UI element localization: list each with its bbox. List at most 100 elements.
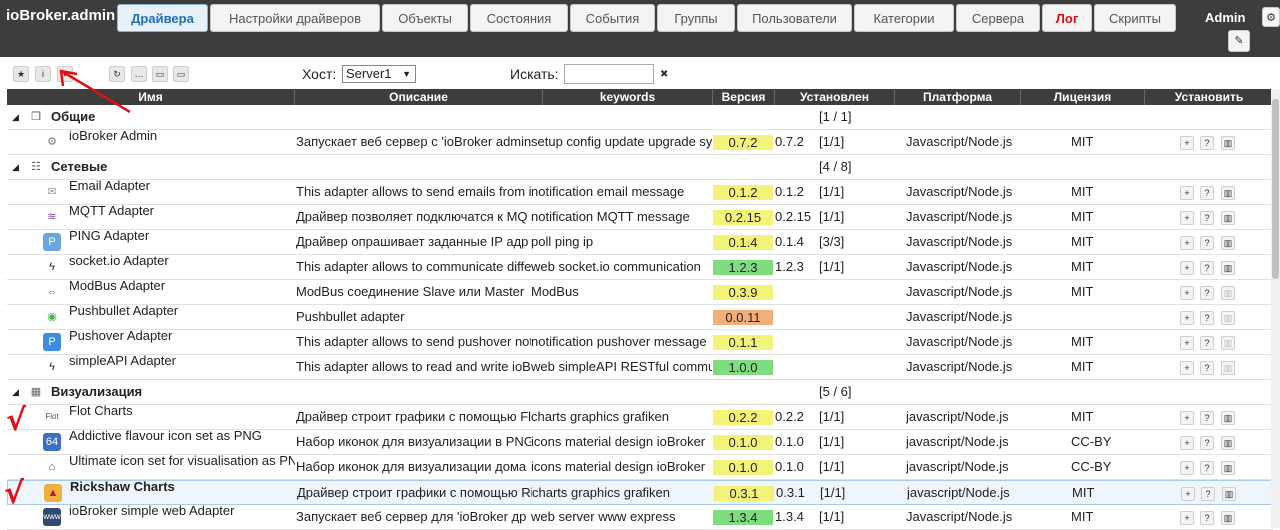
platform: Javascript/Node.js [906,184,1013,199]
tab-users[interactable]: Пользователи [737,4,852,32]
folder-icon[interactable]: ▭ [152,66,168,82]
table-row[interactable]: ϟ simpleAPI Adapter This adapter allows to… [7,353,1273,380]
add-icon[interactable]: + [1180,286,1194,300]
add-icon[interactable]: + [1180,436,1194,450]
add-icon[interactable]: + [1180,311,1194,325]
add-icon[interactable]: + [1180,261,1194,275]
add-icon[interactable]: + [1180,461,1194,475]
help-icon[interactable]: ? [1200,461,1214,475]
version-badge: 0.2.2 [713,410,773,425]
folder-open-icon[interactable]: ▭ [173,66,189,82]
help-icon[interactable]: ? [1200,361,1214,375]
version-badge: 1.0.0 [713,360,773,375]
add-icon[interactable]: + [1180,336,1194,350]
star-icon[interactable]: ★ [13,66,29,82]
col-installed[interactable]: Установлен [775,89,895,105]
user-name: Admin [1205,10,1246,25]
help-icon[interactable]: ? [1200,236,1214,250]
add-icon[interactable]: + [1180,361,1194,375]
col-install[interactable]: Установить [1145,89,1273,105]
version-badge: 0.1.0 [713,460,773,475]
license: MIT [1071,509,1094,524]
adapter-keywords: web server www express [531,509,676,524]
trash-icon[interactable]: ▥ [1221,511,1235,525]
help-icon[interactable]: ? [1200,136,1214,150]
help-icon[interactable]: ? [1200,511,1214,525]
trash-icon[interactable]: ▥ [1221,236,1235,250]
help-icon[interactable]: ? [1200,411,1214,425]
tab-adapters[interactable]: Драйвера [117,4,208,32]
settings-icon[interactable]: ⚙ [1262,7,1280,27]
table-row[interactable]: www ioBroker simple web Adapter Запускает … [7,503,1273,530]
trash-icon[interactable]: ▥ [1221,136,1235,150]
col-description[interactable]: Описание [295,89,543,105]
trash-icon[interactable]: ▥ [1221,286,1235,300]
help-icon[interactable]: ? [1200,311,1214,325]
chevron-down-icon: ▼ [402,69,411,79]
trash-icon[interactable]: ▥ [1221,411,1235,425]
help-icon[interactable]: ? [1200,186,1214,200]
col-license[interactable]: Лицензия [1021,89,1145,105]
tab-scripts[interactable]: Скрипты [1094,4,1176,32]
add-icon[interactable]: + [1180,136,1194,150]
add-icon[interactable]: + [1180,186,1194,200]
help-icon[interactable]: ? [1200,261,1214,275]
add-icon[interactable]: + [1180,511,1194,525]
add-icon[interactable]: + [1180,411,1194,425]
trash-icon[interactable]: ▥ [1221,336,1235,350]
search-input[interactable] [564,64,654,84]
expand-triangle-icon[interactable]: ◢ [12,155,19,179]
platform: javascript/Node.js [906,459,1009,474]
trash-icon[interactable]: ▥ [1221,261,1235,275]
tab-states[interactable]: Состояния [470,4,568,32]
col-keywords[interactable]: keywords [543,89,713,105]
platform: Javascript/Node.js [906,359,1013,374]
tab-adapter-settings[interactable]: Настройки драйверов [210,4,380,32]
trash-icon[interactable]: ▥ [1221,436,1235,450]
col-name[interactable]: Имя [7,89,295,105]
add-icon[interactable]: + [1180,211,1194,225]
installed-count: [1/1] [819,134,845,149]
trash-icon[interactable]: ▥ [1222,487,1236,501]
scrollbar-thumb[interactable] [1272,99,1279,279]
help-icon[interactable]: ? [1200,286,1214,300]
copy-icon: ❐ [31,111,41,123]
version-badge: 0.7.2 [713,135,773,150]
version-badge: 0.1.0 [713,435,773,450]
add-icon[interactable]: + [1180,236,1194,250]
tab-log[interactable]: Лог [1042,4,1092,32]
col-platform[interactable]: Платформа [895,89,1021,105]
license: MIT [1071,259,1094,274]
adapter-name: Pushover Adapter [69,328,173,343]
edit-icon[interactable]: ✎ [1228,30,1250,52]
add-icon[interactable]: + [1181,487,1195,501]
vertical-scrollbar[interactable] [1271,89,1280,528]
tab-servers[interactable]: Сервера [956,4,1040,32]
col-version[interactable]: Версия [713,89,775,105]
trash-icon[interactable]: ▥ [1221,211,1235,225]
expand-triangle-icon[interactable]: ◢ [12,380,19,404]
close-icon[interactable]: ✖ [660,69,668,80]
table-row[interactable]: ⚙ ioBroker Admin Запускает веб сервер с 'i… [7,128,1273,155]
platform: javascript/Node.js [906,409,1009,424]
tab-events[interactable]: События [570,4,655,32]
platform: Javascript/Node.js [906,334,1013,349]
tab-objects[interactable]: Объекты [382,4,468,32]
trash-icon[interactable]: ▥ [1221,311,1235,325]
help-icon[interactable]: ? [1200,436,1214,450]
tab-categories[interactable]: Категории [854,4,954,32]
help-icon[interactable]: ? [1200,211,1214,225]
adapter-keywords: poll ping ip [531,234,594,249]
installed-count: [1/1] [819,184,845,199]
expand-triangle-icon[interactable]: ◢ [12,105,19,129]
help-icon[interactable]: ? [1200,336,1214,350]
tab-groups[interactable]: Группы [657,4,735,32]
info-icon[interactable]: i [35,66,51,82]
trash-icon[interactable]: ▥ [1221,461,1235,475]
host-select[interactable]: Server1 ▼ [342,65,416,83]
license: CC-BY [1071,459,1112,474]
trash-icon[interactable]: ▥ [1221,361,1235,375]
help-icon[interactable]: ? [1201,487,1215,501]
trash-icon[interactable]: ▥ [1221,186,1235,200]
version-badge: 1.2.3 [713,260,773,275]
